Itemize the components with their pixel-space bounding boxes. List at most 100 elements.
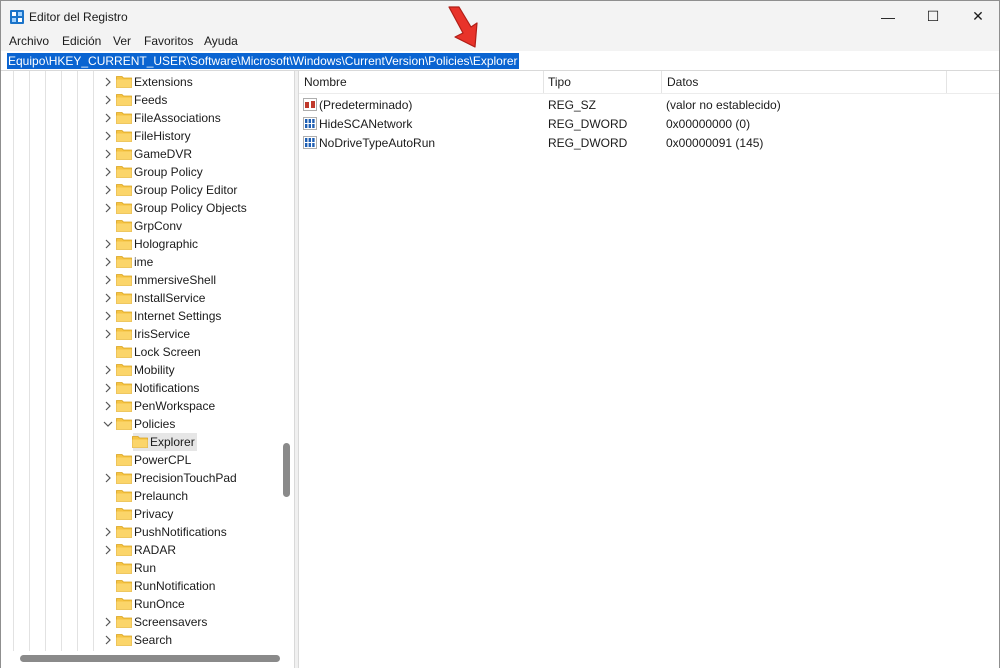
tree-item[interactable]: RunNotification [1,577,279,595]
chevron-right-icon[interactable] [103,131,113,141]
tree-item-label: Group Policy Objects [134,201,247,215]
tree-item[interactable]: PrecisionTouchPad [1,469,279,487]
tree-item[interactable]: Lock Screen [1,343,279,361]
folder-icon [116,346,132,358]
tree-item[interactable]: RunOnce [1,595,279,613]
tree-item[interactable]: Search [1,631,279,649]
value-name: NoDriveTypeAutoRun [319,136,436,150]
chevron-right-icon[interactable] [103,293,113,303]
value-row[interactable]: NoDriveTypeAutoRun REG_DWORD 0x00000091 (1… [299,134,999,152]
folder-icon [116,562,132,574]
folder-icon [132,436,148,448]
tree-item[interactable]: Internet Settings [1,307,279,325]
tree-item-label: RunNotification [134,579,216,593]
column-separator[interactable] [946,71,947,93]
minimize-button[interactable]: — [865,1,911,32]
tree-item[interactable]: Feeds [1,91,279,109]
value-row[interactable]: (Predeterminado) REG_SZ (valor no establec… [299,96,999,114]
folder-icon [116,112,132,124]
menu-favoritos[interactable]: Favoritos [144,34,193,48]
chevron-right-icon[interactable] [103,401,113,411]
tree-item[interactable]: Group Policy [1,163,279,181]
tree-item[interactable]: ImmersiveShell [1,271,279,289]
menu-edicion[interactable]: Edición [62,34,101,48]
tree-item[interactable]: Mobility [1,361,279,379]
tree-item-label: Prelaunch [134,489,189,503]
chevron-right-icon[interactable] [103,311,113,321]
tree-item[interactable]: Prelaunch [1,487,279,505]
tree-item[interactable]: FileAssociations [1,109,279,127]
chevron-right-icon[interactable] [103,617,113,627]
chevron-right-icon[interactable] [103,527,113,537]
chevron-right-icon[interactable] [103,473,113,483]
tree-item[interactable]: InstallService [1,289,279,307]
value-row[interactable]: HideSCANetwork REG_DWORD 0x00000000 (0) [299,115,999,133]
chevron-right-icon[interactable] [103,545,113,555]
menu-bar: Archivo Edición Ver Favoritos Ayuda [1,32,999,51]
maximize-button[interactable]: ☐ [910,1,956,32]
tree-item[interactable]: Screensavers [1,613,279,631]
tree-item[interactable]: Group Policy Editor [1,181,279,199]
tree-item-label: ImmersiveShell [134,273,217,287]
tree-item[interactable]: PenWorkspace [1,397,279,415]
tree-item[interactable]: Holographic [1,235,279,253]
tree-item[interactable]: GameDVR [1,145,279,163]
chevron-right-icon[interactable] [103,635,113,645]
tree-item[interactable]: Privacy [1,505,279,523]
column-header-nombre[interactable]: Nombre [304,71,347,93]
tree-item[interactable]: PushNotifications [1,523,279,541]
tree-item-label: Group Policy [134,165,203,179]
tree-vertical-scrollbar[interactable] [281,71,292,651]
menu-archivo[interactable]: Archivo [9,34,49,48]
column-separator[interactable] [661,71,662,93]
folder-icon [116,418,132,430]
chevron-right-icon[interactable] [103,203,113,213]
tree-item[interactable]: GrpConv [1,217,279,235]
tree-item-label: RADAR [134,543,177,557]
address-path[interactable]: Equipo\HKEY_CURRENT_USER\Software\Micros… [7,53,519,69]
chevron-right-icon[interactable] [103,149,113,159]
chevron-right-icon[interactable] [103,365,113,375]
chevron-right-icon[interactable] [103,77,113,87]
tree-item-label: PushNotifications [134,525,227,539]
folder-icon [116,598,132,610]
tree-item[interactable]: PowerCPL [1,451,279,469]
tree-item[interactable]: Notifications [1,379,279,397]
chevron-right-icon[interactable] [103,239,113,249]
tree-item[interactable]: Run [1,559,279,577]
folder-icon [116,382,132,394]
values-list-pane[interactable]: Nombre Tipo Datos (Predeterminado) REG_SZ… [299,71,999,668]
column-header-tipo[interactable]: Tipo [548,71,571,93]
tree-item-label: Policies [134,417,176,431]
folder-icon [116,292,132,304]
tree-item[interactable]: RADAR [1,541,279,559]
tree-item[interactable]: Explorer [1,433,279,451]
chevron-right-icon[interactable] [103,383,113,393]
tree-item[interactable]: Extensions [1,73,279,91]
tree-item-label: GrpConv [134,219,183,233]
folder-icon [116,490,132,502]
tree-item[interactable]: FileHistory [1,127,279,145]
column-separator[interactable] [543,71,544,93]
tree-vertical-scroll-thumb[interactable] [283,443,290,497]
key-tree-pane[interactable]: Extensions Feeds FileAssociations FileHisto… [1,71,294,668]
chevron-right-icon[interactable] [103,113,113,123]
menu-ver[interactable]: Ver [113,34,131,48]
chevron-right-icon[interactable] [103,95,113,105]
title-bar[interactable]: Editor del Registro — ☐ ✕ [1,1,999,32]
chevron-right-icon[interactable] [103,275,113,285]
chevron-down-icon[interactable] [103,419,113,429]
column-header-datos[interactable]: Datos [667,71,698,93]
chevron-right-icon[interactable] [103,257,113,267]
menu-ayuda[interactable]: Ayuda [204,34,238,48]
chevron-right-icon[interactable] [103,167,113,177]
tree-item[interactable]: IrisService [1,325,279,343]
chevron-right-icon[interactable] [103,329,113,339]
tree-item[interactable]: Policies [1,415,279,433]
tree-horizontal-scroll-thumb[interactable] [20,655,280,662]
close-button[interactable]: ✕ [955,1,1000,32]
tree-item[interactable]: Group Policy Objects [1,199,279,217]
chevron-right-icon[interactable] [103,185,113,195]
address-bar[interactable]: Equipo\HKEY_CURRENT_USER\Software\Micros… [1,51,999,71]
tree-item[interactable]: ime [1,253,279,271]
